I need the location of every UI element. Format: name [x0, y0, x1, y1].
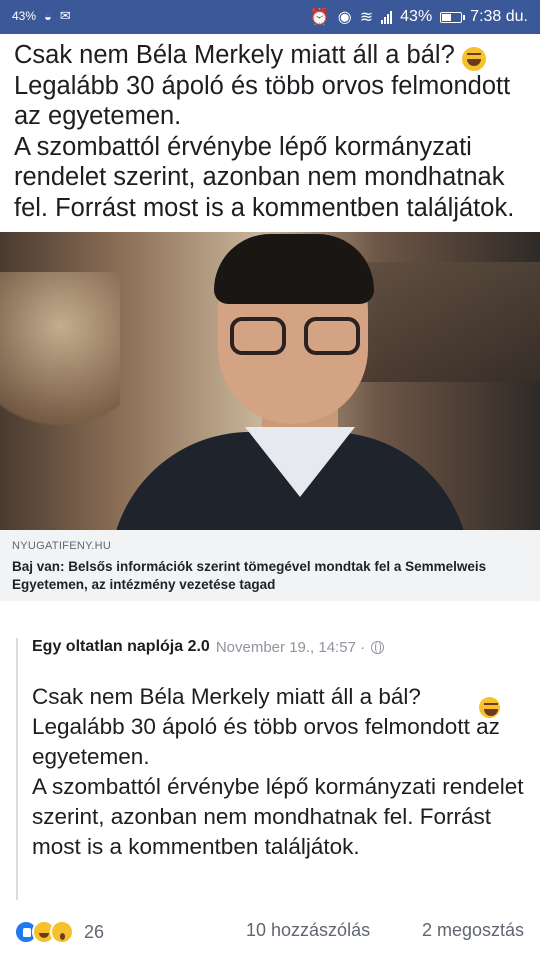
status-left: 43% ◒ ✉ — [12, 8, 71, 24]
status-bar: 43% ◒ ✉ ⏰ ◉ ≋ 43% 7:38 du. — [0, 0, 540, 34]
preview-photo[interactable] — [0, 232, 540, 530]
comments-count-link[interactable]: 10 hozzászólás — [246, 920, 370, 941]
shared-post-author[interactable]: Egy oltatlan naplója 2.0 — [32, 638, 210, 656]
laughing-emoji-icon — [479, 697, 500, 718]
link-meta[interactable]: NYUGATIFENY.HU Baj van: Belsős informáci… — [0, 530, 540, 601]
notification-icon: ◒ — [44, 8, 52, 24]
shared-post-header: Egy oltatlan naplója 2.0 November 19., 1… — [32, 638, 526, 656]
post-footer: 26 10 hozzászólás 2 megosztás — [0, 912, 540, 952]
shared-post-text: Csak nem Béla Merkely miatt áll a bál? L… — [32, 684, 524, 859]
link-preview[interactable]: NYUGATIFENY.HU Baj van: Belsős informáci… — [0, 232, 540, 601]
battery-percent: 43% — [400, 8, 433, 25]
shared-post-date[interactable]: November 19., 14:57 · — [216, 639, 365, 656]
shares-count-link[interactable]: 2 megosztás — [422, 920, 524, 941]
battery-icon — [440, 11, 466, 23]
data-saver-indicator: 43% — [12, 9, 37, 23]
gmail-icon: ✉ — [59, 8, 71, 23]
wow-reaction-icon — [50, 920, 74, 944]
post-text: Csak nem Béla Merkely miatt áll a bál? L… — [14, 40, 530, 223]
laughing-emoji-icon — [462, 47, 486, 71]
link-domain: NYUGATIFENY.HU — [12, 540, 112, 552]
alarm-icon: ⏰ — [309, 9, 330, 26]
globe-icon — [371, 640, 385, 654]
reactions[interactable]: 26 — [14, 920, 104, 944]
status-right: ⏰ ◉ ≋ 43% 7:38 du. — [310, 7, 528, 27]
link-headline: Baj van: Belsős információk szerint töme… — [12, 559, 487, 592]
wifi-icon: ≋ — [359, 9, 374, 26]
post-text-content: Csak nem Béla Merkely miatt áll a bál? L… — [14, 41, 515, 222]
clock: 7:38 du. — [470, 8, 528, 25]
eye-comfort-icon: ◉ — [337, 9, 352, 26]
shared-post: Egy oltatlan naplója 2.0 November 19., 1… — [16, 638, 526, 900]
signal-icon — [381, 10, 393, 24]
reaction-count: 26 — [84, 921, 105, 942]
